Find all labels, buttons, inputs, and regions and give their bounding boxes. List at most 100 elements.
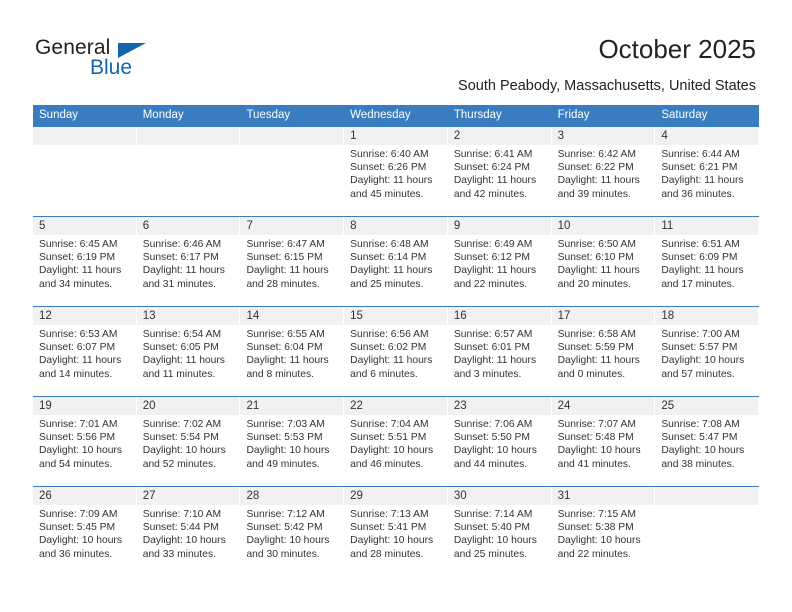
day-number-band: 14 (240, 307, 345, 325)
generalblue-logo[interactable]: General Blue (35, 36, 235, 84)
calendar-day-cell[interactable] (136, 127, 241, 216)
calendar-day-cell[interactable]: 1 Sunrise: 6:40 AM Sunset: 6:26 PM Dayli… (344, 127, 448, 216)
sunrise-text: Sunrise: 6:40 AM (350, 149, 429, 160)
calendar-day-cell[interactable]: 7 Sunrise: 6:47 AM Sunset: 6:15 PM Dayli… (240, 217, 345, 306)
daylight-text-line1: Daylight: 11 hours (557, 175, 640, 187)
calendar-day-cell[interactable]: 29 Sunrise: 7:13 AM Sunset: 5:41 PM Dayl… (344, 487, 448, 576)
calendar-day-cell[interactable]: 18 Sunrise: 7:00 AM Sunset: 5:57 PM Dayl… (655, 307, 760, 396)
calendar-day-cell[interactable] (33, 127, 137, 216)
sunset-text: Sunset: 6:14 PM (350, 252, 427, 264)
calendar-day-cell[interactable]: 27 Sunrise: 7:10 AM Sunset: 5:44 PM Dayl… (136, 487, 241, 576)
day-number-band: 10 (551, 217, 656, 235)
sunset-text: Sunset: 5:51 PM (350, 432, 427, 444)
daylight-text-line2: and 14 minutes. (39, 368, 113, 380)
day-number: 1 (350, 130, 357, 142)
weekday-header-row: Sunday Monday Tuesday Wednesday Thursday… (33, 105, 759, 126)
weekday-header-thursday: Thursday (453, 109, 502, 121)
calendar-day-cell[interactable]: 12 Sunrise: 6:53 AM Sunset: 6:07 PM Dayl… (33, 307, 137, 396)
calendar-day-cell[interactable]: 20 Sunrise: 7:02 AM Sunset: 5:54 PM Dayl… (136, 397, 241, 486)
calendar-day-cell[interactable]: 13 Sunrise: 6:54 AM Sunset: 6:05 PM Dayl… (136, 307, 241, 396)
calendar-day-cell[interactable]: 28 Sunrise: 7:12 AM Sunset: 5:42 PM Dayl… (240, 487, 345, 576)
sunset-text: Sunset: 5:45 PM (39, 522, 116, 534)
calendar-day-cell[interactable] (240, 127, 345, 216)
calendar-day-cell[interactable]: 30 Sunrise: 7:14 AM Sunset: 5:40 PM Dayl… (447, 487, 552, 576)
calendar-day-cell[interactable]: 11 Sunrise: 6:51 AM Sunset: 6:09 PM Dayl… (655, 217, 760, 306)
calendar-day-cell[interactable]: 4 Sunrise: 6:44 AM Sunset: 6:21 PM Dayli… (655, 127, 760, 216)
daylight-text-line1: Daylight: 10 hours (39, 535, 122, 547)
day-body: Sunrise: 6:53 AM Sunset: 6:07 PM Dayligh… (33, 325, 137, 381)
day-body (137, 145, 241, 148)
day-body: Sunrise: 7:09 AM Sunset: 5:45 PM Dayligh… (33, 505, 137, 561)
calendar-day-cell[interactable]: 5 Sunrise: 6:45 AM Sunset: 6:19 PM Dayli… (33, 217, 137, 306)
calendar-day-cell[interactable]: 23 Sunrise: 7:06 AM Sunset: 5:50 PM Dayl… (447, 397, 552, 486)
sunrise-text: Sunrise: 6:51 AM (661, 239, 740, 250)
day-number: 3 (557, 130, 564, 142)
daylight-text-line1: Daylight: 10 hours (39, 445, 122, 457)
sunset-text: Sunset: 6:04 PM (246, 342, 323, 354)
day-number-band: 29 (344, 487, 448, 505)
day-number: 13 (142, 310, 156, 322)
sunset-text: Sunset: 5:48 PM (557, 432, 634, 444)
day-body: Sunrise: 7:02 AM Sunset: 5:54 PM Dayligh… (137, 415, 241, 471)
day-number-band: 23 (447, 397, 552, 415)
calendar-day-cell[interactable]: 21 Sunrise: 7:03 AM Sunset: 5:53 PM Dayl… (240, 397, 345, 486)
calendar-day-cell[interactable]: 19 Sunrise: 7:01 AM Sunset: 5:56 PM Dayl… (33, 397, 137, 486)
daylight-text-line1: Daylight: 11 hours (453, 265, 537, 277)
day-number: 20 (142, 400, 156, 412)
calendar-day-cell[interactable]: 25 Sunrise: 7:08 AM Sunset: 5:47 PM Dayl… (655, 397, 760, 486)
daylight-text-line2: and 17 minutes. (661, 278, 735, 290)
calendar-day-cell[interactable]: 6 Sunrise: 6:46 AM Sunset: 6:17 PM Dayli… (136, 217, 241, 306)
daylight-text-line2: and 22 minutes. (453, 278, 528, 290)
calendar-day-cell[interactable]: 8 Sunrise: 6:48 AM Sunset: 6:14 PM Dayli… (344, 217, 448, 306)
calendar-day-cell[interactable]: 10 Sunrise: 6:50 AM Sunset: 6:10 PM Dayl… (551, 217, 656, 306)
daylight-text-line2: and 0 minutes. (557, 368, 626, 380)
calendar-day-cell[interactable]: 24 Sunrise: 7:07 AM Sunset: 5:48 PM Dayl… (551, 397, 656, 486)
day-number: 10 (557, 220, 571, 232)
day-number: 15 (350, 310, 363, 322)
sunrise-text: Sunrise: 7:10 AM (142, 509, 222, 520)
calendar-week-row: 19 Sunrise: 7:01 AM Sunset: 5:56 PM Dayl… (33, 396, 760, 486)
calendar-grid: Sunday Monday Tuesday Wednesday Thursday… (33, 105, 760, 576)
calendar-day-cell[interactable]: 16 Sunrise: 6:57 AM Sunset: 6:01 PM Dayl… (447, 307, 552, 396)
daylight-text-line2: and 25 minutes. (350, 278, 424, 290)
sunrise-text: Sunrise: 7:15 AM (557, 509, 637, 520)
daylight-text-line2: and 11 minutes. (142, 368, 216, 380)
daylight-text-line1: Daylight: 11 hours (661, 265, 744, 277)
daylight-text-line1: Daylight: 11 hours (453, 355, 537, 367)
day-body: Sunrise: 6:56 AM Sunset: 6:02 PM Dayligh… (344, 325, 448, 381)
calendar-day-cell[interactable]: 14 Sunrise: 6:55 AM Sunset: 6:04 PM Dayl… (240, 307, 345, 396)
calendar-day-cell[interactable]: 9 Sunrise: 6:49 AM Sunset: 6:12 PM Dayli… (447, 217, 552, 306)
daylight-text-line2: and 28 minutes. (246, 278, 320, 290)
sunrise-text: Sunrise: 6:48 AM (350, 239, 429, 250)
daylight-text-line1: Daylight: 11 hours (39, 355, 122, 367)
daylight-text-line1: Daylight: 11 hours (246, 265, 329, 277)
calendar-day-cell[interactable]: 22 Sunrise: 7:04 AM Sunset: 5:51 PM Dayl… (344, 397, 448, 486)
calendar-day-cell[interactable]: 31 Sunrise: 7:15 AM Sunset: 5:38 PM Dayl… (551, 487, 656, 576)
daylight-text-line2: and 31 minutes. (142, 278, 216, 290)
day-number: 8 (350, 220, 357, 232)
calendar-day-cell[interactable]: 17 Sunrise: 6:58 AM Sunset: 5:59 PM Dayl… (551, 307, 656, 396)
sunset-text: Sunset: 5:41 PM (350, 522, 427, 534)
sunset-text: Sunset: 6:07 PM (39, 342, 116, 354)
day-body: Sunrise: 7:12 AM Sunset: 5:42 PM Dayligh… (240, 505, 344, 561)
weekday-header-tuesday: Tuesday (246, 109, 291, 121)
daylight-text-line1: Daylight: 10 hours (453, 535, 537, 547)
day-number-band (136, 127, 241, 145)
daylight-text-line2: and 45 minutes. (350, 188, 424, 200)
day-body: Sunrise: 6:47 AM Sunset: 6:15 PM Dayligh… (240, 235, 344, 291)
day-number-band: 11 (655, 217, 760, 235)
calendar-day-cell[interactable]: 15 Sunrise: 6:56 AM Sunset: 6:02 PM Dayl… (344, 307, 448, 396)
day-body: Sunrise: 6:51 AM Sunset: 6:09 PM Dayligh… (655, 235, 759, 291)
day-body: Sunrise: 6:50 AM Sunset: 6:10 PM Dayligh… (552, 235, 656, 291)
calendar-day-cell[interactable]: 2 Sunrise: 6:41 AM Sunset: 6:24 PM Dayli… (447, 127, 552, 216)
day-number: 5 (39, 220, 46, 232)
day-body: Sunrise: 6:55 AM Sunset: 6:04 PM Dayligh… (240, 325, 344, 381)
daylight-text-line1: Daylight: 11 hours (246, 355, 329, 367)
daylight-text-line1: Daylight: 10 hours (246, 535, 330, 547)
calendar-day-cell[interactable]: 3 Sunrise: 6:42 AM Sunset: 6:22 PM Dayli… (551, 127, 656, 216)
calendar-day-cell[interactable]: 26 Sunrise: 7:09 AM Sunset: 5:45 PM Dayl… (33, 487, 137, 576)
day-body: Sunrise: 7:10 AM Sunset: 5:44 PM Dayligh… (137, 505, 241, 561)
calendar-day-cell[interactable] (655, 487, 760, 576)
day-body: Sunrise: 6:46 AM Sunset: 6:17 PM Dayligh… (137, 235, 241, 291)
day-number-band: 20 (136, 397, 241, 415)
